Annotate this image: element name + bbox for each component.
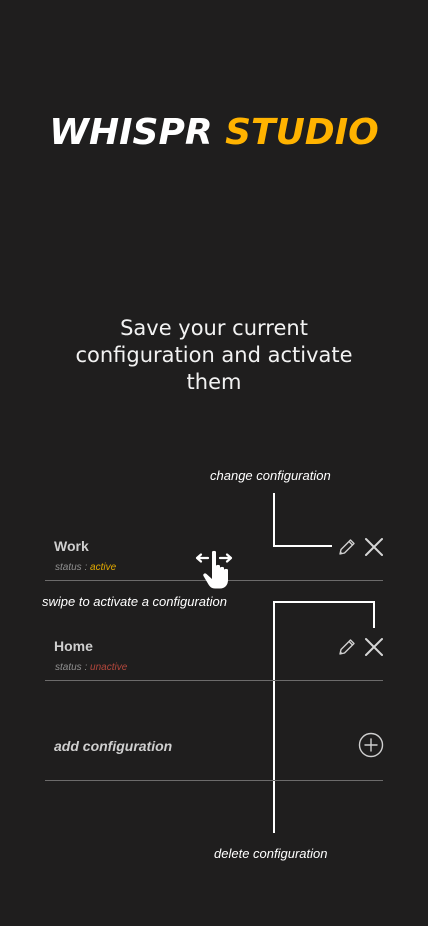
annotation-swipe-to-activate: swipe to activate a configuration (42, 594, 227, 609)
configuration-name: Home (54, 638, 93, 654)
app-logo: WHISPR STUDIO (0, 112, 428, 153)
logo-word-whispr: WHISPR (49, 112, 213, 153)
status-prefix: status : (55, 562, 91, 573)
edit-configuration-button[interactable] (336, 636, 358, 658)
configuration-status: status : unactive (55, 662, 127, 673)
delete-configuration-button[interactable] (363, 536, 385, 558)
guide-line-delete-top (273, 601, 375, 603)
onboarding-tagline: Save your current configuration and acti… (75, 316, 353, 394)
guide-line-delete-right (373, 601, 375, 628)
configuration-status: status : active (55, 562, 116, 573)
status-value: unactive (90, 662, 128, 673)
pencil-icon (339, 639, 355, 655)
status-prefix: status : (55, 662, 91, 673)
add-configuration-row[interactable]: add configuration (45, 728, 384, 781)
swipe-hand-icon (195, 550, 233, 589)
close-icon (365, 538, 383, 556)
annotation-change-configuration: change configuration (210, 468, 331, 483)
plus-circle-icon[interactable] (358, 732, 384, 758)
configuration-name: Work (54, 538, 89, 554)
edit-configuration-button[interactable] (336, 536, 358, 558)
delete-configuration-button[interactable] (363, 636, 385, 658)
configuration-row-home[interactable]: Home status : unactive (45, 628, 383, 681)
close-icon (365, 638, 383, 656)
add-configuration-label: add configuration (54, 738, 173, 754)
pencil-icon (339, 539, 355, 555)
status-value: active (90, 562, 117, 573)
annotation-delete-configuration: delete configuration (214, 846, 328, 861)
logo-word-studio: STUDIO (225, 112, 379, 153)
